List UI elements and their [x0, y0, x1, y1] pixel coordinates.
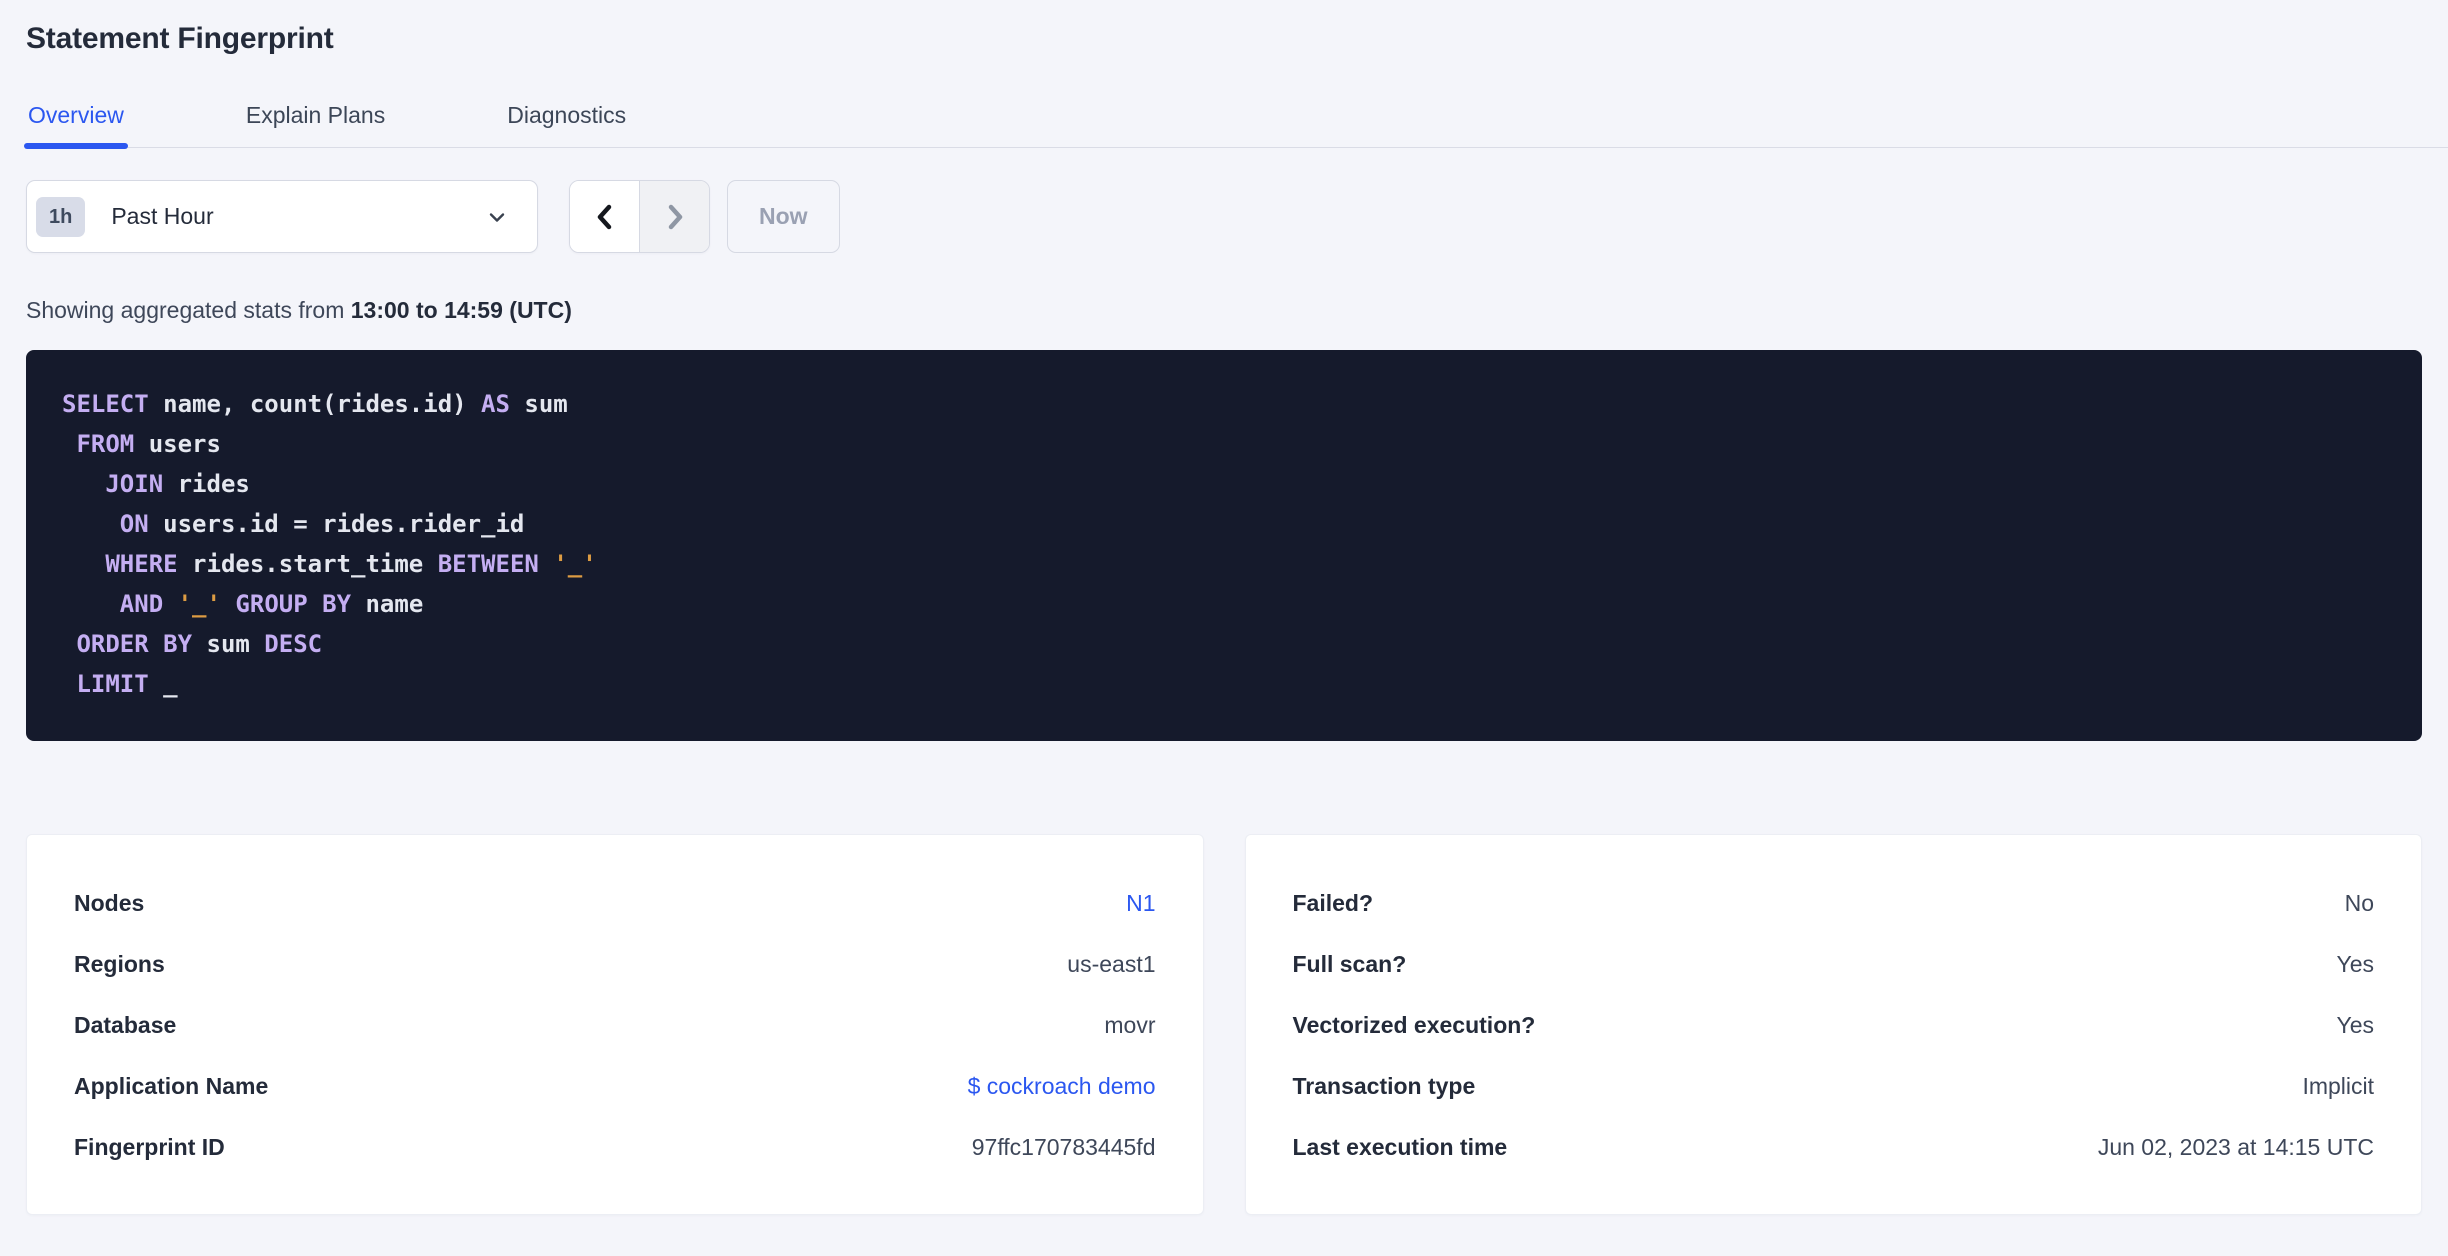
detail-label: Failed? [1292, 890, 1374, 916]
tab-overview-label: Overview [28, 102, 124, 128]
detail-label: Fingerprint ID [74, 1134, 225, 1160]
detail-row: Nodes N1 [74, 873, 1156, 934]
detail-row: Last execution time Jun 02, 2023 at 14:15… [1293, 1117, 2375, 1178]
detail-value: movr [1104, 1012, 1156, 1038]
tab-bar: Overview Explain Plans Diagnostics [24, 102, 2448, 149]
detail-row: Database movr [74, 995, 1156, 1056]
aggregated-stats-line: Showing aggregated stats from 13:00 to 1… [26, 297, 2422, 324]
detail-value: Jun 02, 2023 at 14:15 UTC [2097, 1134, 2374, 1160]
statement-details-card: Nodes N1 Regions us-east1 Database movr Applic… [26, 834, 1204, 1215]
time-interval-select[interactable]: 1h Past Hour [26, 180, 538, 253]
prev-interval-button[interactable] [570, 181, 640, 252]
page-title: Statement Fingerprint [26, 22, 334, 55]
chevron-right-icon [668, 204, 682, 229]
now-button[interactable]: Now [727, 180, 840, 253]
sql-line: FROM users [76, 430, 221, 458]
detail-row: Regions us-east1 [74, 934, 1156, 995]
tab-explain-plans[interactable]: Explain Plans [244, 102, 387, 147]
tab-diagnostics[interactable]: Diagnostics [505, 102, 628, 147]
time-step-button-group [569, 180, 710, 253]
detail-label: Transaction type [1292, 1073, 1476, 1099]
detail-label: Regions [74, 951, 165, 977]
detail-row: Failed? No [1293, 873, 2375, 934]
sql-line: LIMIT _ [76, 670, 178, 698]
detail-value-link[interactable]: N1 [1126, 890, 1155, 917]
detail-row: Vectorized execution? Yes [1293, 995, 2375, 1056]
detail-value-link[interactable]: $ cockroach demo [968, 1073, 1156, 1100]
statement-fingerprint-page: Statement Fingerprint Overview Explain P… [0, 0, 2448, 1215]
detail-row: Full scan? Yes [1293, 934, 2375, 995]
interval-badge: 1h [36, 196, 86, 237]
sql-statement-text: SELECT name, count(rides.id) AS sum FROM… [62, 384, 2386, 704]
detail-row: Transaction type Implicit [1293, 1056, 2375, 1117]
execution-attributes-card: Failed? No Full scan? Yes Vectorized executi… [1244, 834, 2422, 1215]
sql-line: ON users.id = rides.rider_id [119, 510, 525, 538]
detail-label: Vectorized execution? [1292, 1012, 1536, 1038]
next-interval-button[interactable] [640, 181, 709, 252]
detail-label: Nodes [74, 890, 145, 916]
detail-value: Implicit [2302, 1073, 2374, 1099]
detail-value: No [2344, 890, 2374, 916]
sql-line: ORDER BY sum DESC [76, 630, 323, 658]
sql-line: WHERE rides.start_time BETWEEN '_' [105, 550, 597, 578]
detail-label: Last execution time [1292, 1134, 1508, 1160]
detail-label: Full scan? [1292, 951, 1407, 977]
detail-value: us-east1 [1067, 951, 1156, 977]
chevron-down-icon [489, 212, 505, 222]
details-cards-row: Nodes N1 Regions us-east1 Database movr Applic… [26, 834, 2422, 1215]
time-select-label: Past Hour [111, 203, 214, 229]
detail-value: 97ffc170783445fd [971, 1134, 1156, 1160]
active-tab-indicator [24, 143, 128, 149]
tab-overview[interactable]: Overview [24, 102, 128, 149]
sql-line: SELECT name, count(rides.id) AS sum [62, 390, 568, 418]
detail-row: Fingerprint ID 97ffc170783445fd [74, 1117, 1156, 1178]
sql-statement-box: SELECT name, count(rides.id) AS sum FROM… [26, 350, 2422, 741]
detail-label: Database [74, 1012, 177, 1038]
chevron-left-icon [597, 204, 611, 229]
stats-line-prefix: Showing aggregated stats from [26, 297, 351, 323]
tab-diagnostics-label: Diagnostics [507, 102, 627, 128]
time-toolbar: 1h Past Hour Now [26, 180, 2422, 253]
tab-explain-plans-label: Explain Plans [245, 102, 386, 128]
detail-value: Yes [2336, 1012, 2374, 1038]
sql-line: JOIN rides [105, 470, 250, 498]
sql-line: AND '_' GROUP BY name [119, 590, 424, 618]
detail-value: Yes [2336, 951, 2374, 977]
detail-row: Application Name $ cockroach demo [74, 1056, 1156, 1117]
stats-line-range: 13:00 to 14:59 (UTC) [350, 297, 572, 323]
detail-label: Application Name [74, 1073, 269, 1099]
